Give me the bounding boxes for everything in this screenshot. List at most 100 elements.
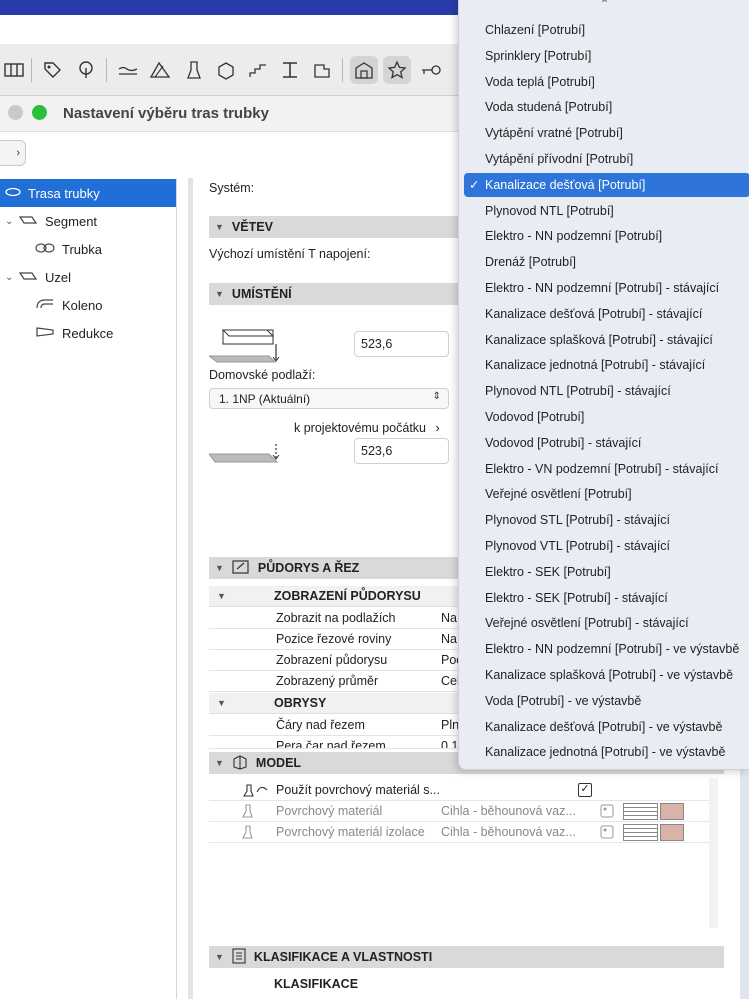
image-icon: [600, 804, 614, 821]
dropdown-option[interactable]: Elektro - NN podzemní [Potrubí] - stávaj…: [464, 276, 749, 300]
pipe-route-tool-icon[interactable]: [350, 56, 378, 84]
dropdown-option-label: Kanalizace splašková [Potrubí] - ve výst…: [485, 668, 734, 682]
dropdown-option[interactable]: Vodovod [Potrubí]: [464, 405, 749, 429]
home-floor-select[interactable]: 1. 1NP (Aktuální) ⇕: [209, 388, 449, 409]
dropdown-option[interactable]: Drenáž [Potrubí]: [464, 250, 749, 274]
dropdown-option[interactable]: Sprinklery [Potrubí]: [464, 44, 749, 68]
brick-pattern-swatch[interactable]: [623, 824, 658, 841]
dropdown-option-label: Plynovod NTL [Potrubí]: [485, 203, 614, 218]
updown-chevron-icon: ⇕: [432, 391, 441, 402]
image-icon: [600, 825, 614, 842]
dropdown-option[interactable]: Elektro - SEK [Potrubí]: [464, 560, 749, 584]
dialog-title: Nastavení výběru tras trubky: [63, 105, 269, 122]
chevron-down-icon[interactable]: ⌄: [5, 272, 17, 283]
origin-link[interactable]: k projektovému počátku ›: [294, 421, 440, 435]
section-klasifikace[interactable]: ▼ KLASIFIKACE A VLASTNOSTI: [209, 946, 724, 968]
color-swatch[interactable]: [660, 803, 684, 820]
dropdown-option[interactable]: Kanalizace splašková [Potrubí] - stávají…: [464, 328, 749, 352]
model-row-insulation[interactable]: Povrchový materiál izolace Cihla - běhou…: [209, 822, 709, 843]
property-key: Zobrazený průměr: [276, 674, 379, 688]
dropdown-option[interactable]: Voda teplá [Potrubí]: [464, 70, 749, 94]
close-window-button[interactable]: [8, 105, 23, 120]
dropdown-option-label: Drenáž [Potrubí]: [485, 255, 577, 270]
dropdown-option[interactable]: Plynovod VTL [Potrubí] - stávající: [464, 534, 749, 558]
property-key: Zobrazení půdorysu: [276, 653, 388, 667]
dropdown-option[interactable]: Plynovod STL [Potrubí] - stávající: [464, 508, 749, 532]
offset-from-origin-icon: [208, 442, 281, 471]
dropdown-option[interactable]: Elektro - NN podzemní [Potrubí]: [464, 224, 749, 248]
zoom-window-button[interactable]: [32, 105, 47, 120]
tree-item-koleno[interactable]: Koleno: [0, 291, 176, 319]
tree-item-uzel[interactable]: ⌄ Uzel: [0, 263, 176, 291]
stairs-icon[interactable]: [244, 56, 272, 84]
tree-item-trasa-trubky[interactable]: Trasa trubky: [0, 179, 176, 207]
dropdown-option[interactable]: Veřejné osvětlení [Potrubí]: [464, 482, 749, 506]
tree-item-label: Segment: [45, 213, 98, 229]
dropdown-option[interactable]: Kanalizace jednotná [Potrubí] - stávajíc…: [464, 353, 749, 377]
chevron-up-icon[interactable]: ⌃: [459, 0, 749, 14]
subsection-klasifikace[interactable]: KLASIFIKACE: [209, 974, 709, 995]
segment-icon: [17, 214, 39, 229]
favorites-button[interactable]: ›: [0, 140, 26, 166]
brick-pattern-swatch[interactable]: [623, 803, 658, 820]
tree-item-label: Koleno: [62, 297, 103, 313]
key-icon[interactable]: [417, 56, 445, 84]
dropdown-option[interactable]: Kanalizace dešťová [Potrubí] - stávající: [464, 302, 749, 326]
offset-input-top[interactable]: 523,6: [354, 331, 449, 357]
roof-icon[interactable]: [146, 56, 174, 84]
dropdown-option-label: Voda [Potrubí] - ve výstavbě: [485, 693, 642, 708]
beam-icon[interactable]: [276, 56, 304, 84]
tree-item-segment[interactable]: ⌄ Segment: [0, 207, 176, 235]
favorite-star-icon[interactable]: [383, 56, 411, 84]
property-value: Na: [441, 611, 457, 625]
dropdown-option-label: Vytápění přívodní [Potrubí]: [485, 152, 634, 166]
model-row-surface[interactable]: Povrchový materiál Cihla - běhounová vaz…: [209, 801, 709, 822]
layout-panel-icon[interactable]: [0, 56, 28, 84]
dropdown-option[interactable]: Kanalizace jednotná [Potrubí] - ve výsta…: [464, 740, 749, 764]
section-title: PŮDORYS A ŘEZ: [257, 561, 360, 575]
zone-icon[interactable]: [308, 56, 336, 84]
dropdown-option[interactable]: Kanalizace splašková [Potrubí] - ve výst…: [464, 663, 749, 687]
dropdown-option[interactable]: ✓ Kanalizace dešťová [Potrubí]: [464, 172, 749, 197]
offset-input-bottom[interactable]: 523,6: [354, 438, 449, 464]
brush-icon[interactable]: [180, 56, 208, 84]
dropdown-option[interactable]: Vodovod [Potrubí] - stávající: [464, 431, 749, 455]
slab-icon[interactable]: [114, 56, 142, 84]
dropdown-option[interactable]: Elektro - VN podzemní [Potrubí] - stávaj…: [464, 457, 749, 481]
tree-item-trubka[interactable]: Trubka: [0, 235, 176, 263]
dropdown-option[interactable]: Vytápění vratné [Potrubí]: [464, 121, 749, 145]
settings-tree: Trasa trubky ⌄ Segment Trubka ⌄ Uzel Kol…: [0, 178, 177, 999]
pane-splitter[interactable]: [188, 178, 193, 999]
scrollbar[interactable]: [709, 778, 718, 928]
dropdown-option[interactable]: Chlazení [Potrubí]: [464, 18, 749, 42]
dropdown-option[interactable]: Elektro - SEK [Potrubí] - stávající: [464, 586, 749, 610]
toolbar-separator: [31, 58, 32, 82]
paint-brush-icon: [241, 825, 255, 842]
dropdown-option-label: Plynovod NTL [Potrubí] - stávající: [485, 384, 671, 399]
dropdown-option[interactable]: Plynovod NTL [Potrubí] - stávající: [464, 379, 749, 403]
tree-item-redukce[interactable]: Redukce: [0, 319, 176, 347]
dropdown-option[interactable]: Veřejné osvětlení [Potrubí] - stávající: [464, 611, 749, 635]
color-swatch[interactable]: [660, 824, 684, 841]
tree-icon[interactable]: [72, 56, 100, 84]
dropdown-option-label: Voda studená [Potrubí]: [485, 100, 613, 115]
dropdown-option[interactable]: Vytápění přívodní [Potrubí]: [464, 147, 749, 171]
toolbar: [0, 44, 470, 96]
dropdown-option[interactable]: Voda studená [Potrubí]: [464, 95, 749, 119]
dropdown-option[interactable]: Plynovod NTL [Potrubí]: [464, 199, 749, 223]
tag-icon[interactable]: [38, 56, 66, 84]
dropdown-option[interactable]: Elektro - NN podzemní [Potrubí] - ve výs…: [464, 637, 749, 661]
model-row-override[interactable]: Použít povrchový materiál s... ✓: [209, 780, 709, 801]
override-checkbox[interactable]: ✓: [578, 783, 592, 797]
block-icon[interactable]: [212, 56, 240, 84]
property-key: Pera čar nad řezem: [276, 739, 386, 749]
triangle-down-icon: ▼: [215, 222, 224, 232]
triangle-down-icon: ▼: [215, 758, 224, 768]
home-floor-label: Domovské podlaží:: [209, 368, 316, 382]
chevron-down-icon[interactable]: ⌄: [5, 216, 17, 227]
dropdown-option[interactable]: Kanalizace dešťová [Potrubí] - ve výstav…: [464, 715, 749, 739]
dropdown-option-label: Elektro - NN podzemní [Potrubí] - ve výs…: [485, 642, 740, 657]
default-t-label: Výchozí umístění T napojení:: [209, 247, 371, 261]
dropdown-option[interactable]: Voda [Potrubí] - ve výstavbě: [464, 689, 749, 713]
dropdown-option-label: Kanalizace dešťová [Potrubí] - stávající: [485, 306, 703, 321]
